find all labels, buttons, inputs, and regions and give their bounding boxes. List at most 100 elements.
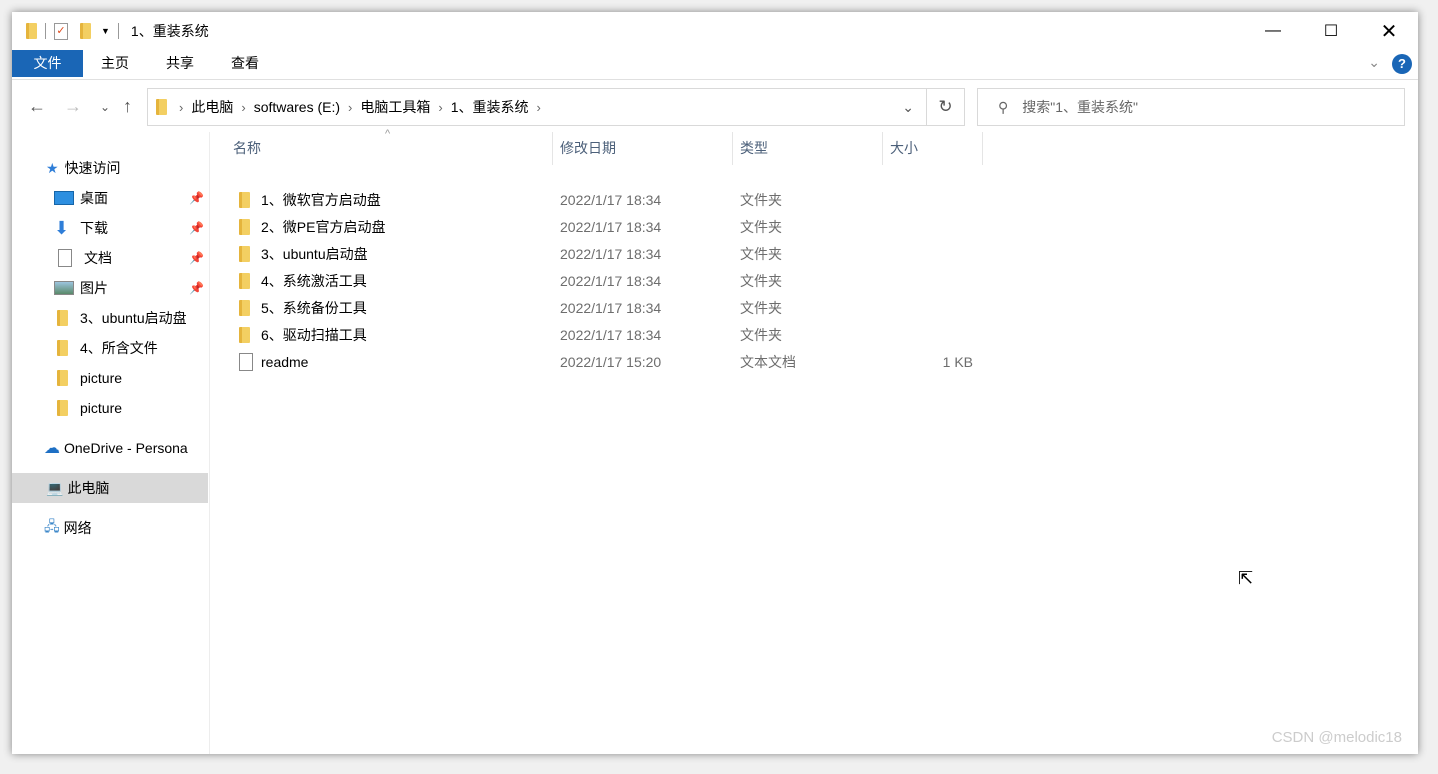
sidebar-item-network[interactable]: 🖧 网络: [12, 513, 208, 543]
title-bar: ✓ ▼ 1、重装系统 — ☐ ✕: [12, 12, 1418, 50]
text-file-icon: [239, 352, 253, 371]
breadcrumb-this-pc[interactable]: 此电脑: [191, 97, 233, 117]
desktop-icon: [54, 191, 74, 205]
file-date: 2022/1/17 18:34: [560, 191, 662, 208]
file-type: 文件夹: [740, 272, 782, 289]
tab-share[interactable]: 共享: [155, 50, 205, 77]
file-date: 2022/1/17 18:34: [560, 218, 662, 235]
sidebar-item-desktop[interactable]: 桌面 📌: [12, 183, 208, 213]
file-row[interactable]: 3、ubuntu启动盘 2022/1/17 18:34 文件夹: [231, 240, 991, 267]
pin-icon[interactable]: 📌: [189, 251, 204, 265]
file-type: 文件夹: [740, 191, 782, 208]
sidebar-item-label: 文档: [84, 250, 112, 266]
sidebar-item-label: 下载: [80, 220, 108, 236]
folder-icon: [26, 23, 37, 39]
tab-view[interactable]: 查看: [220, 50, 270, 77]
address-row: ← → ⌄ ↑ › 此电脑 › softwares (E:) › 电脑工具箱 › 1、…: [12, 88, 1418, 126]
sidebar-item-label: 此电脑: [67, 480, 110, 496]
maximize-button[interactable]: ☐: [1302, 12, 1360, 50]
folder-icon: [239, 326, 250, 343]
chevron-right-icon[interactable]: ›: [348, 100, 352, 115]
folder-icon: [239, 218, 250, 235]
divider: [45, 23, 46, 39]
sidebar-item-pictures[interactable]: 图片 📌: [12, 273, 208, 303]
file-row[interactable]: 4、系统激活工具 2022/1/17 18:34 文件夹: [231, 267, 991, 294]
folder-icon: [57, 340, 68, 356]
search-input[interactable]: ⚲ 搜索"1、重装系统": [977, 88, 1405, 126]
file-size: 1 KB: [942, 353, 973, 370]
folder-icon: [239, 299, 250, 316]
folder-icon: [57, 310, 68, 326]
file-row[interactable]: 2、微PE官方启动盘 2022/1/17 18:34 文件夹: [231, 213, 991, 240]
file-row[interactable]: 6、驱动扫描工具 2022/1/17 18:34 文件夹: [231, 321, 991, 348]
explorer-window: ✓ ▼ 1、重装系统 — ☐ ✕ 文件 主页 共享 查看 ⌄ ? ← → ⌄ ↑…: [12, 12, 1418, 754]
sidebar-item-label: 4、所含文件: [80, 340, 158, 356]
column-header-size[interactable]: 大小: [883, 132, 983, 165]
breadcrumb-current[interactable]: 1、重装系统: [451, 97, 529, 117]
search-icon: ⚲: [998, 98, 1009, 115]
pin-icon[interactable]: 📌: [189, 191, 204, 205]
file-row[interactable]: 1、微软官方启动盘 2022/1/17 18:34 文件夹: [231, 186, 991, 213]
sidebar-item-label: 桌面: [80, 190, 108, 206]
recent-dropdown-icon[interactable]: ⌄: [100, 100, 110, 114]
sidebar-item-folder[interactable]: 3、ubuntu启动盘: [12, 303, 208, 333]
chevron-right-icon[interactable]: ›: [537, 100, 541, 115]
pin-icon[interactable]: 📌: [189, 281, 204, 295]
sidebar-item-folder[interactable]: 4、所含文件: [12, 333, 208, 363]
file-type: 文件夹: [740, 299, 782, 316]
address-dropdown-icon[interactable]: ⌄: [902, 99, 914, 116]
file-name: 3、ubuntu启动盘: [261, 245, 368, 262]
sidebar-item-onedrive[interactable]: ☁ OneDrive - Persona: [12, 433, 208, 463]
network-icon: 🖧: [44, 518, 60, 534]
column-header-type[interactable]: 类型: [733, 132, 883, 165]
properties-icon[interactable]: ✓: [54, 22, 68, 40]
sidebar-item-documents[interactable]: 文档 📌: [12, 243, 208, 273]
navigation-pane: ★ 快速访问 桌面 📌 ⬇ 下载 📌 文档 📌 图片 📌 3、ubuntu启动盘 4、所含文…: [12, 132, 210, 754]
forward-button[interactable]: →: [64, 96, 82, 117]
chevron-right-icon[interactable]: ›: [438, 100, 442, 115]
sidebar-item-label: picture: [80, 370, 123, 386]
sidebar-item-label: OneDrive - Persona: [64, 440, 188, 456]
watermark: CSDN @melodic18: [1271, 729, 1402, 746]
window-title: 1、重装系统: [130, 23, 209, 39]
column-header-date[interactable]: 修改日期: [553, 132, 733, 165]
chevron-right-icon[interactable]: ›: [241, 100, 245, 115]
refresh-button[interactable]: ↻: [926, 89, 964, 125]
sidebar-item-folder[interactable]: picture: [12, 363, 208, 393]
help-icon[interactable]: ?: [1392, 54, 1412, 74]
file-date: 2022/1/17 18:34: [560, 272, 662, 289]
file-name: 1、微软官方启动盘: [261, 191, 381, 208]
file-date: 2022/1/17 18:34: [560, 299, 662, 316]
folder-icon: [57, 370, 68, 386]
divider: [117, 23, 119, 39]
sidebar-item-downloads[interactable]: ⬇ 下载 📌: [12, 213, 208, 243]
mouse-cursor-icon: ⇱: [1238, 568, 1254, 588]
breadcrumb-toolbox[interactable]: 电脑工具箱: [360, 97, 430, 117]
sidebar-item-quick-access[interactable]: ★ 快速访问: [12, 153, 208, 183]
expand-ribbon-icon[interactable]: ⌄: [1368, 54, 1380, 71]
tab-home[interactable]: 主页: [90, 50, 140, 77]
minimize-button[interactable]: —: [1244, 12, 1302, 50]
chevron-right-icon: ›: [179, 99, 184, 115]
sidebar-item-label: 3、ubuntu启动盘: [80, 310, 187, 326]
file-list: ^ 名称 修改日期 类型 大小 1、微软官方启动盘 2022/1/17 18:3…: [211, 128, 1418, 754]
up-button[interactable]: ↑: [123, 96, 132, 117]
column-header-name[interactable]: 名称: [211, 132, 553, 165]
address-bar[interactable]: › 此电脑 › softwares (E:) › 电脑工具箱 › 1、重装系统 › ⌄ …: [147, 88, 965, 126]
folder-icon: [57, 400, 68, 416]
file-row[interactable]: 5、系统备份工具 2022/1/17 18:34 文件夹: [231, 294, 991, 321]
tab-file[interactable]: 文件: [12, 50, 83, 77]
close-button[interactable]: ✕: [1360, 12, 1418, 50]
file-row[interactable]: readme 2022/1/17 15:20 文本文档 1 KB: [231, 348, 991, 375]
back-button[interactable]: ←: [28, 96, 46, 117]
sidebar-item-folder[interactable]: picture: [12, 393, 208, 423]
breadcrumb-drive[interactable]: softwares (E:): [254, 99, 340, 115]
computer-icon: 💻: [46, 479, 64, 496]
sidebar-item-label: 图片: [80, 280, 108, 296]
new-folder-icon[interactable]: [80, 23, 91, 39]
folder-icon: [156, 99, 167, 115]
pin-icon[interactable]: 📌: [189, 221, 204, 235]
sidebar-item-this-pc[interactable]: 💻 此电脑: [12, 473, 208, 503]
customize-toolbar-icon[interactable]: ▼: [101, 26, 110, 36]
file-date: 2022/1/17 18:34: [560, 245, 662, 262]
